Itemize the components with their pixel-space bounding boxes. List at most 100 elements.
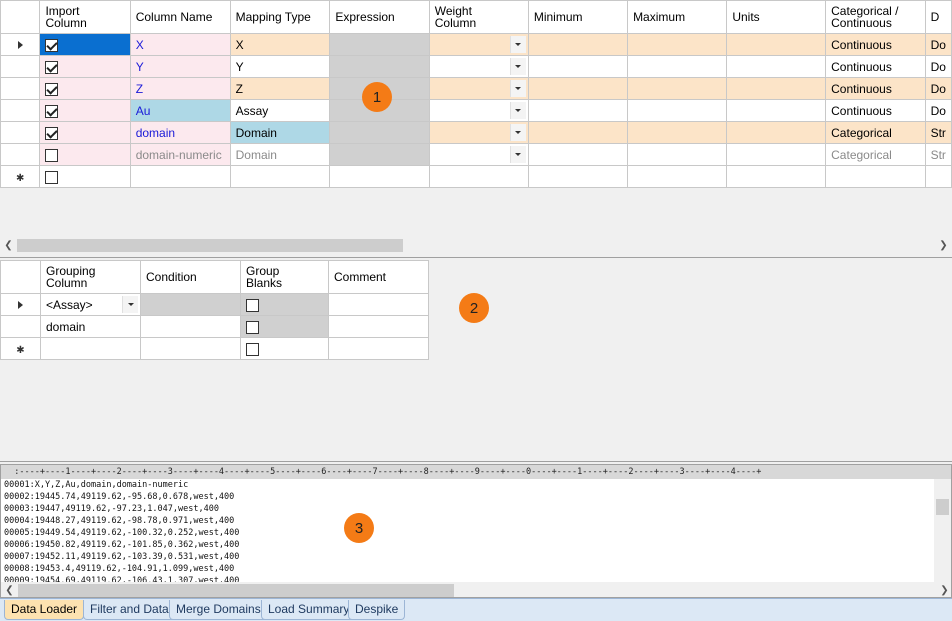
import-cell[interactable] — [39, 33, 131, 56]
units-cell[interactable] — [726, 33, 827, 56]
mapping-row[interactable]: domain-numeric Domain Categorical Str — [0, 143, 952, 166]
preview-hscrollbar[interactable]: ❮ ❯ — [1, 582, 951, 597]
empty-cell[interactable] — [924, 165, 952, 188]
grouping-column-cell[interactable]: <Assay> — [40, 293, 141, 316]
condition-cell[interactable] — [140, 315, 241, 338]
data-type-cell[interactable]: Str — [924, 143, 952, 166]
col-header-maximum[interactable]: Maximum — [627, 0, 728, 34]
minimum-cell[interactable] — [527, 121, 629, 144]
import-checkbox[interactable] — [45, 170, 59, 184]
col-header-categorical-continuous[interactable]: Categorical / Continuous — [825, 0, 926, 34]
mapping-type-cell[interactable]: Y — [229, 55, 331, 78]
row-header[interactable]: ✱ — [0, 165, 41, 188]
mapping-row[interactable]: Y Y Continuous Do — [0, 55, 952, 78]
col-header-minimum[interactable]: Minimum — [527, 0, 629, 34]
data-type-cell[interactable]: Do — [924, 33, 952, 56]
mapping-type-cell[interactable]: Z — [229, 77, 331, 100]
units-cell[interactable] — [726, 77, 827, 100]
categorical-cell[interactable]: Continuous — [825, 99, 926, 122]
row-header[interactable] — [0, 33, 41, 56]
mapping-row[interactable]: Z Z Continuous Do — [0, 77, 952, 100]
data-type-cell[interactable]: Do — [924, 77, 952, 100]
import-checkbox[interactable] — [45, 60, 59, 74]
column-name-cell[interactable]: X — [129, 33, 231, 56]
col-header-group-blanks[interactable]: Group Blanks — [240, 260, 329, 294]
scroll-track[interactable] — [17, 237, 935, 254]
col-header-import[interactable]: Import Column — [39, 0, 131, 34]
maximum-cell[interactable] — [627, 33, 728, 56]
weight-column-dropdown[interactable] — [428, 121, 529, 144]
condition-cell[interactable] — [140, 337, 241, 360]
weight-column-dropdown[interactable] — [428, 33, 529, 56]
grouping-row[interactable]: <Assay> — [0, 293, 429, 316]
scroll-thumb[interactable] — [17, 239, 403, 252]
mapping-type-cell[interactable]: Assay — [229, 99, 331, 122]
minimum-cell[interactable] — [527, 143, 629, 166]
group-blanks-cell[interactable] — [240, 315, 329, 338]
maximum-cell[interactable] — [627, 143, 728, 166]
row-header[interactable] — [0, 99, 41, 122]
empty-cell[interactable] — [627, 165, 728, 188]
tab-despike[interactable]: Despike — [348, 600, 406, 620]
row-header[interactable] — [0, 77, 41, 100]
tab-load-summary[interactable]: Load Summary — [261, 600, 357, 620]
col-header-comment[interactable]: Comment — [328, 260, 429, 294]
import-checkbox[interactable] — [45, 148, 59, 162]
row-header[interactable] — [0, 143, 41, 166]
import-cell[interactable] — [39, 165, 131, 188]
expression-cell[interactable] — [329, 121, 430, 144]
minimum-cell[interactable] — [527, 99, 629, 122]
empty-cell[interactable] — [726, 165, 827, 188]
dropdown-arrow-icon[interactable] — [509, 58, 526, 75]
mapping-type-cell[interactable]: Domain — [229, 121, 331, 144]
expression-cell[interactable] — [329, 143, 430, 166]
maximum-cell[interactable] — [627, 99, 728, 122]
col-header-mapping-type[interactable]: Mapping Type — [229, 0, 331, 34]
mapping-grid-hscrollbar[interactable]: ❮ ❯ — [0, 237, 952, 254]
condition-cell[interactable] — [140, 293, 241, 316]
dropdown-arrow-icon[interactable] — [509, 102, 526, 119]
empty-cell[interactable] — [527, 165, 629, 188]
mapping-row[interactable]: X X Continuous Do — [0, 33, 952, 56]
weight-column-dropdown[interactable] — [428, 143, 529, 166]
group-blanks-checkbox[interactable] — [246, 298, 259, 312]
empty-cell[interactable] — [329, 165, 430, 188]
preview-vscrollbar[interactable] — [934, 479, 951, 582]
new-row[interactable]: ✱ — [0, 337, 429, 360]
row-header[interactable]: ✱ — [0, 337, 41, 360]
comment-cell[interactable] — [328, 293, 429, 316]
import-checkbox[interactable] — [45, 126, 59, 140]
tab-data-loader[interactable]: Data Loader — [4, 600, 85, 620]
column-name-cell[interactable]: Y — [129, 55, 231, 78]
mapping-row[interactable]: Au Assay Continuous Do — [0, 99, 952, 122]
scroll-thumb[interactable] — [18, 584, 454, 597]
scroll-right-icon[interactable]: ❯ — [935, 237, 952, 254]
grouping-column-cell[interactable]: domain — [40, 315, 141, 338]
empty-cell[interactable] — [825, 165, 926, 188]
categorical-cell[interactable]: Continuous — [825, 77, 926, 100]
tab-filter-and-data[interactable]: Filter and Data — [83, 600, 176, 620]
row-header[interactable] — [0, 121, 41, 144]
data-type-cell[interactable]: Do — [924, 55, 952, 78]
preview-text[interactable]: 00001:X,Y,Z,Au,domain,domain-numeric 0000… — [1, 479, 951, 587]
maximum-cell[interactable] — [627, 121, 728, 144]
data-type-cell[interactable]: Do — [924, 99, 952, 122]
dropdown-arrow-icon[interactable] — [509, 80, 526, 97]
minimum-cell[interactable] — [527, 77, 629, 100]
maximum-cell[interactable] — [627, 77, 728, 100]
import-checkbox[interactable] — [45, 82, 59, 96]
units-cell[interactable] — [726, 121, 827, 144]
column-name-cell[interactable]: Z — [129, 77, 231, 100]
import-cell[interactable] — [39, 99, 131, 122]
grouping-row[interactable]: domain — [0, 315, 429, 338]
categorical-cell[interactable]: Categorical — [825, 143, 926, 166]
minimum-cell[interactable] — [527, 33, 629, 56]
units-cell[interactable] — [726, 143, 827, 166]
import-checkbox[interactable] — [45, 104, 59, 118]
col-header-grouping-column[interactable]: Grouping Column — [40, 260, 141, 294]
import-checkbox[interactable] — [45, 38, 59, 52]
data-type-cell[interactable]: Str — [924, 121, 952, 144]
units-cell[interactable] — [726, 55, 827, 78]
import-cell[interactable] — [39, 143, 131, 166]
expression-cell[interactable] — [329, 55, 430, 78]
